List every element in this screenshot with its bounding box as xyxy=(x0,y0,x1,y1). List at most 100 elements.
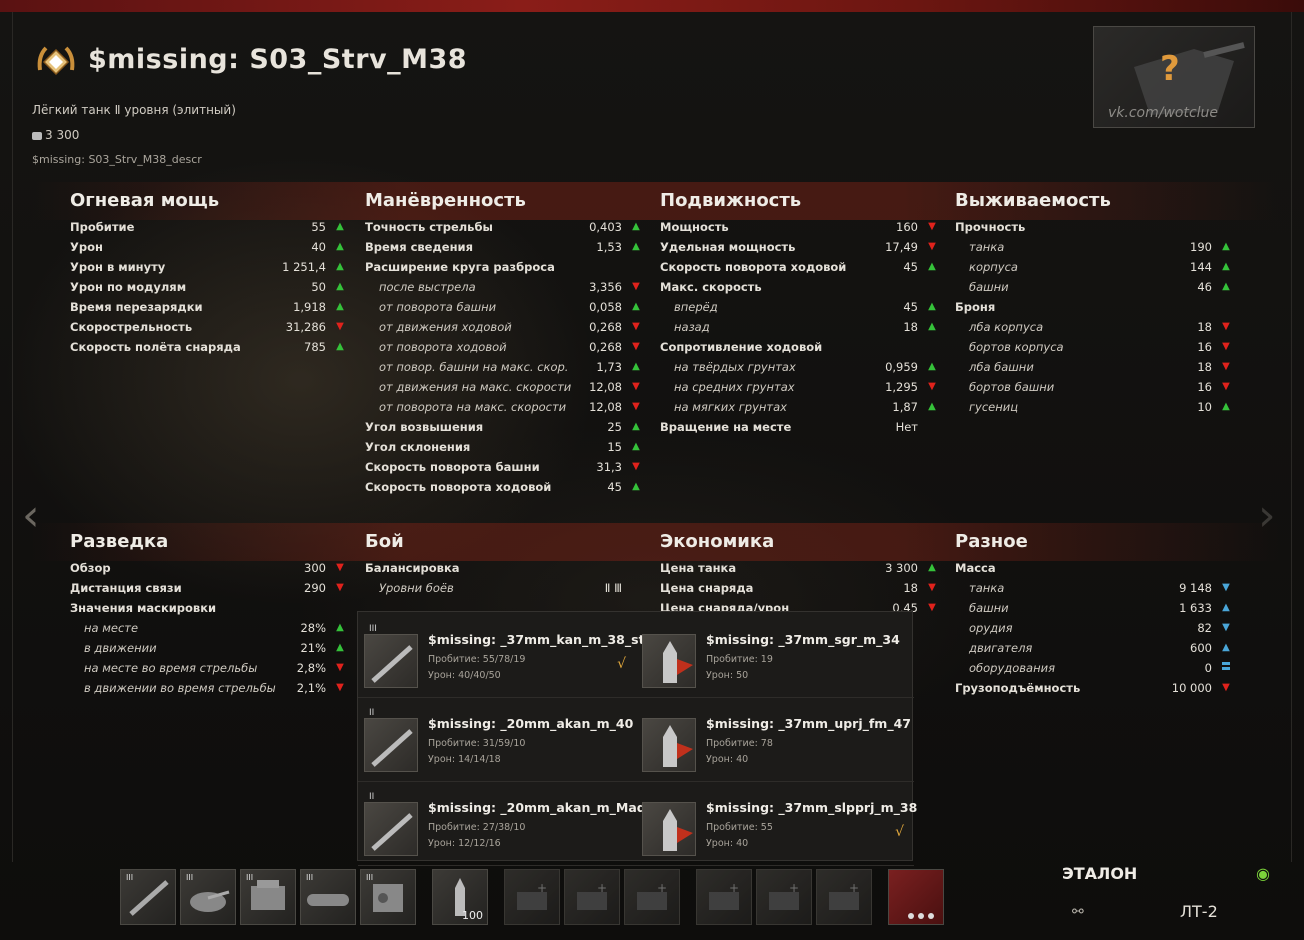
arrow-up-icon: ▲ xyxy=(336,642,344,653)
stat-row: Значения маскировки xyxy=(70,598,354,618)
arrow-up-icon: ▲ xyxy=(336,221,344,232)
stat-label: Обзор xyxy=(70,561,111,575)
slot-tier: III xyxy=(246,873,254,882)
arrow-up-icon: ▲ xyxy=(928,301,936,312)
shell-icon xyxy=(642,634,696,688)
stat-value: 17,49 xyxy=(885,240,918,254)
selected-check-icon: √ xyxy=(617,656,626,672)
stat-row: на месте во время стрельбы 2,8% ▼ xyxy=(70,658,354,678)
arrow-up-icon: ▲ xyxy=(928,361,936,372)
module-damage: Урон: 12/12/16 xyxy=(428,838,501,849)
stat-value: 600 xyxy=(1190,641,1212,655)
arrow-up-icon: ▲ xyxy=(336,281,344,292)
shell-option[interactable]: $missing: _37mm_uprj_fm_47 Пробитие: 78 Ур… xyxy=(636,702,914,782)
stat-label: Урон по модулям xyxy=(70,280,187,294)
stat-label: на мягких грунтах xyxy=(674,400,787,414)
stat-label: Макс. скорость xyxy=(660,280,762,294)
stat-row: Балансировка xyxy=(365,558,650,578)
arrow-down-icon: ▼ xyxy=(632,381,640,392)
slot-tracks[interactable]: III xyxy=(300,869,356,925)
arrow-up-icon: ▲ xyxy=(632,481,640,492)
arrow-down-icon: ▼ xyxy=(632,341,640,352)
stat-label: на месте во время стрельбы xyxy=(84,661,258,675)
module-name: $missing: _20mm_akan_m_40 xyxy=(428,716,634,731)
stat-label: в движении во время стрельбы xyxy=(84,681,276,695)
slot-equipment-2[interactable]: + xyxy=(756,869,812,925)
slot-consumable-2[interactable]: + xyxy=(564,869,620,925)
shell-option[interactable]: $missing: _37mm_slpprj_m_38 Пробитие: 55 У… xyxy=(636,786,917,866)
arrow-up-icon: ▲ xyxy=(928,401,936,412)
stat-row: танка 9 148 ▼ xyxy=(955,578,1240,598)
stat-row: в движении во время стрельбы 2,1% ▼ xyxy=(70,678,354,698)
stat-value: 2,8% xyxy=(296,661,326,675)
slot-turret[interactable]: III xyxy=(180,869,236,925)
gun-option[interactable]: II $missing: _20mm_akan_m_Madsen Пробитие:… xyxy=(358,786,671,866)
stat-label: Удельная мощность xyxy=(660,240,796,254)
arrow-up-icon: ▲ xyxy=(632,301,640,312)
stat-row: Макс. скорость xyxy=(660,277,946,297)
stat-row: от поворота на макс. скорости 12,08 ▼ xyxy=(365,397,650,417)
stat-row: Удельная мощность 17,49 ▼ xyxy=(660,237,946,257)
slot-consumable-3[interactable]: + xyxy=(624,869,680,925)
slot-ammo[interactable]: 100 xyxy=(432,869,488,925)
slot-consumable-1[interactable]: + xyxy=(504,869,560,925)
stat-row: башни 1 633 ▲ xyxy=(955,598,1240,618)
slot-equipment-1[interactable]: + xyxy=(696,869,752,925)
stat-row: вперёд 45 ▲ xyxy=(660,297,946,317)
unknown-vehicle-mark: ? xyxy=(1160,49,1180,89)
gun-option[interactable]: II $missing: _20mm_akan_m_40 Пробитие: 31/… xyxy=(358,702,636,782)
arrow-down-icon: ▼ xyxy=(336,562,344,573)
slot-gun[interactable]: III xyxy=(120,869,176,925)
vehicle-title: $missing: S03_Strv_M38 xyxy=(88,44,468,75)
empty-slot-icon: + xyxy=(829,881,859,910)
stat-value: 1,295 xyxy=(885,380,918,394)
slot-engine[interactable]: III xyxy=(240,869,296,925)
stat-row: Угол возвышения 25 ▲ xyxy=(365,417,650,437)
stat-row: Сопротивление ходовой xyxy=(660,337,946,357)
stat-label: в движении xyxy=(84,641,157,655)
arrow-down-icon: ▼ xyxy=(1222,682,1230,693)
module-penetration: Пробитие: 27/38/10 xyxy=(428,822,526,833)
stat-label: Вращение на месте xyxy=(660,420,792,434)
stat-value: 31,286 xyxy=(285,320,326,334)
stat-value: 12,08 xyxy=(589,380,622,394)
stat-row: Урон в минуту 1 251,4 ▲ xyxy=(70,257,354,277)
shell-option[interactable]: $missing: _37mm_sgr_m_34 Пробитие: 19 Урон… xyxy=(636,618,914,698)
arrow-up-icon: ▲ xyxy=(632,441,640,452)
slot-radio[interactable]: III xyxy=(360,869,416,925)
stat-row: Угол склонения 15 ▲ xyxy=(365,437,650,457)
stat-label: Броня xyxy=(955,300,996,314)
slot-tier: III xyxy=(186,873,194,882)
stat-value: 0 xyxy=(1204,661,1212,675)
stat-value: Нет xyxy=(895,420,918,434)
stat-value: 25 xyxy=(607,420,622,434)
svg-text:+: + xyxy=(657,881,667,895)
section-title: Разведка xyxy=(70,531,169,552)
stat-row: орудия 82 ▼ xyxy=(955,618,1240,638)
arrow-up-icon: ▲ xyxy=(336,622,344,633)
stat-value: 160 xyxy=(896,220,918,234)
stat-row: Вращение на месте Нет xyxy=(660,417,946,437)
stat-value: 1,53 xyxy=(596,240,622,254)
stat-value: 0,959 xyxy=(885,360,918,374)
stat-row: танка 190 ▲ xyxy=(955,237,1240,257)
section-title: Выживаемость xyxy=(955,190,1111,211)
gun-option[interactable]: III $missing: _37mm_kan_m_38_strv Пробитие… xyxy=(358,618,659,698)
module-penetration: Пробитие: 19 xyxy=(706,654,773,665)
ammo-count: 100 xyxy=(462,909,483,922)
gun-icon xyxy=(364,634,418,688)
stat-row: гусениц 10 ▲ xyxy=(955,397,1240,417)
stat-value: 45 xyxy=(607,480,622,494)
slot-camouflage[interactable] xyxy=(888,869,944,925)
slot-equipment-3[interactable]: + xyxy=(816,869,872,925)
stat-row: Прочность xyxy=(955,217,1240,237)
arrow-up-icon: ▲ xyxy=(1222,602,1230,613)
stat-section: Выживаемость Прочность танка 190 ▲ корпуса 144… xyxy=(955,187,1240,417)
stat-value: 15 xyxy=(607,440,622,454)
stat-row: на месте 28% ▲ xyxy=(70,618,354,638)
stat-label: Дистанция связи xyxy=(70,581,182,595)
module-name: $missing: _37mm_sgr_m_34 xyxy=(706,632,900,647)
eye-icon[interactable]: ◉ xyxy=(1256,864,1270,883)
stat-label: Сопротивление ходовой xyxy=(660,340,823,354)
stat-value: 21% xyxy=(300,641,326,655)
